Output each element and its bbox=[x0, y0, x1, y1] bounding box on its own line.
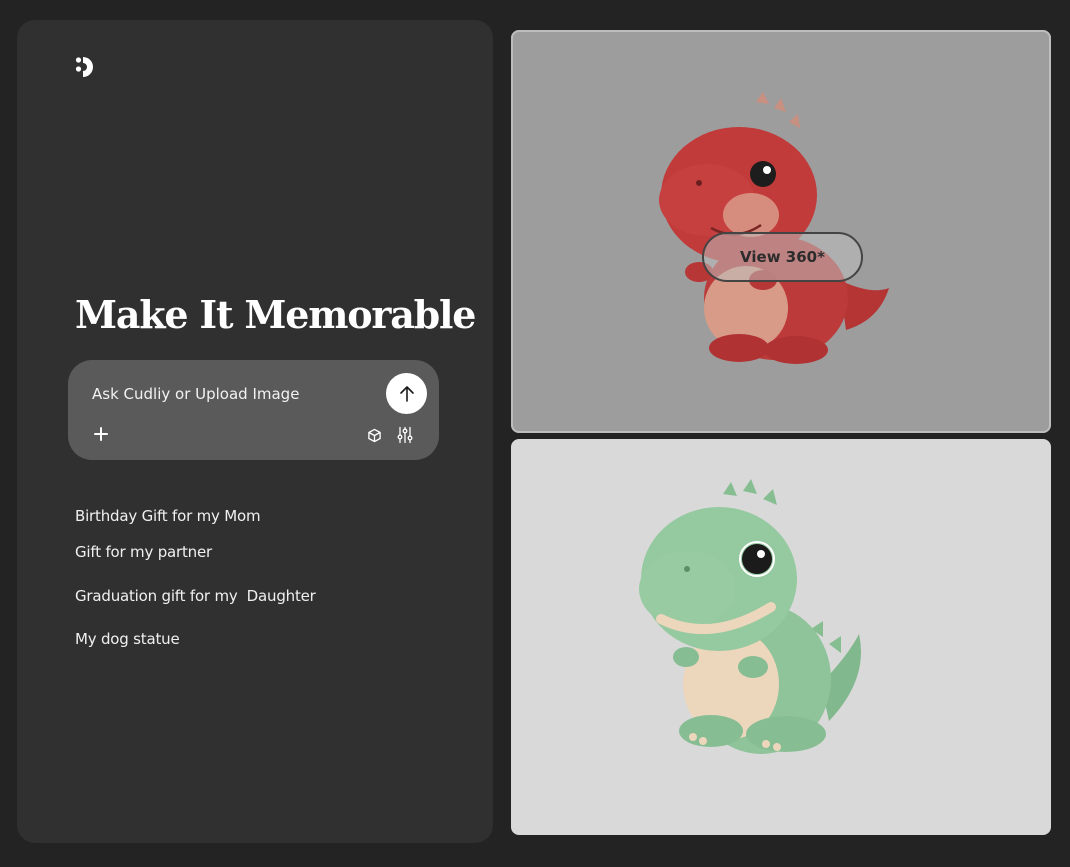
cudliy-logo-icon[interactable] bbox=[75, 56, 97, 78]
suggestion-partner-gift[interactable]: Gift for my partner bbox=[75, 543, 212, 561]
send-button[interactable] bbox=[386, 373, 427, 414]
add-attachment-button[interactable] bbox=[90, 423, 112, 445]
view-360-button[interactable]: View 360* bbox=[702, 232, 863, 282]
arrow-up-icon bbox=[399, 385, 414, 402]
prompt-box bbox=[68, 360, 439, 460]
settings-button[interactable] bbox=[394, 424, 416, 446]
green-dino-card[interactable] bbox=[511, 439, 1051, 835]
left-panel: Make It Memorable Birthday bbox=[17, 20, 493, 843]
suggestion-graduation-gift[interactable]: Graduation gift for my Daughter bbox=[75, 587, 316, 605]
red-dino-card[interactable]: View 360* bbox=[511, 30, 1051, 433]
green-dino-image bbox=[639, 479, 861, 754]
sliders-icon bbox=[397, 426, 413, 444]
prompt-input[interactable] bbox=[90, 378, 374, 410]
page-headline: Make It Memorable bbox=[75, 292, 476, 337]
suggestion-birthday-gift[interactable]: Birthday Gift for my Mom bbox=[75, 507, 261, 525]
suggestion-dog-statue[interactable]: My dog statue bbox=[75, 630, 180, 648]
cube-icon bbox=[367, 428, 381, 442]
plus-icon bbox=[94, 427, 108, 441]
3d-model-button[interactable] bbox=[364, 425, 384, 445]
